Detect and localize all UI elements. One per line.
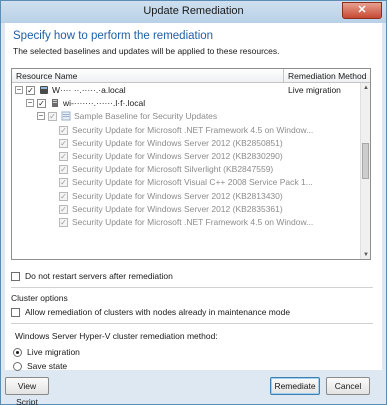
allow-maintenance-checkbox[interactable] (11, 308, 20, 317)
tree-row-method[interactable]: Live migration (288, 85, 341, 95)
tree-row-checkbox[interactable]: ✓ (37, 99, 46, 109)
radio-live-migration[interactable]: Live migration (13, 347, 213, 360)
tree-row[interactable]: ✓ Security Update for Microsoft Silverlig… (12, 163, 360, 176)
tree-row-checkbox: ✓ (59, 218, 68, 227)
remediate-button[interactable]: Remediate (270, 377, 320, 395)
tree-row[interactable]: ✓ Security Update for Microsoft .NET Fram… (12, 124, 360, 137)
resource-tree[interactable]: Resource Name Remediation Method − ✓ W····… (11, 68, 371, 260)
tree-row-checkbox: ✓ (59, 204, 68, 214)
cluster-options-label: Cluster options (11, 293, 68, 303)
tree-row[interactable]: ✓ Security Update for Windows Server 2012… (12, 203, 360, 216)
update-remediation-dialog: Update Remediation ✕ Specify how to perf… (0, 0, 387, 405)
no-restart-label: Do not restart servers after remediation (25, 271, 173, 281)
dialog-content: Specify how to perform the remediation T… (5, 23, 382, 371)
live-migration-label: Live migration (27, 347, 80, 357)
tree-row-label: Security Update for Windows Server 2012 … (72, 203, 283, 214)
tree-row[interactable]: ✓ Security Update for Microsoft .NET Fram… (12, 216, 360, 229)
tree-row-label: Security Update for Windows Server 2012 … (72, 137, 283, 148)
tree-row-label: Security Update for Microsoft .NET Frame… (72, 124, 314, 135)
tree-scrollbar[interactable]: ▲ ▼ (360, 83, 370, 259)
tree-row[interactable]: ✓ Security Update for Microsoft Visual C+… (12, 176, 360, 189)
allow-maintenance-label: Allow remediation of clusters with nodes… (25, 307, 291, 317)
server-icon (50, 98, 60, 108)
divider (11, 323, 373, 324)
tree-row[interactable]: − ✓ W···· ··.·····.·a.local Live migration (12, 84, 360, 97)
no-restart-checkbox[interactable] (11, 272, 20, 281)
collapse-icon[interactable]: − (26, 99, 34, 108)
scroll-thumb[interactable] (362, 143, 369, 179)
tree-row-label: wi-·······.······.l·f·.local (63, 98, 146, 109)
save-state-label: Save state (27, 361, 68, 371)
column-header-remediation-method[interactable]: Remediation Method (288, 71, 366, 81)
tree-row[interactable]: ✓ Security Update for Windows Server 2012… (12, 190, 360, 203)
tree-header: Resource Name Remediation Method (12, 69, 370, 83)
page-title: Specify how to perform the remediation (13, 30, 214, 42)
tree-row-label: Security Update for Windows Server 2012 … (72, 151, 283, 161)
allow-maintenance-option[interactable]: Allow remediation of clusters with nodes… (11, 307, 371, 320)
tree-row-checkbox: ✓ (59, 138, 68, 148)
tree-row-label: Sample Baseline for Security Updates (74, 111, 218, 122)
column-separator[interactable] (283, 69, 284, 83)
tree-row[interactable]: − ✓ Sample Baseline for Security Updates (12, 110, 360, 123)
title-bar[interactable]: Update Remediation ✕ (1, 1, 386, 23)
page-description: The selected baselines and updates will … (13, 46, 280, 56)
tree-row-label: W···· ··.·····.·a.local (52, 85, 126, 95)
close-icon: ✕ (357, 4, 367, 16)
tree-row-checkbox: ✓ (59, 178, 68, 188)
hyperv-method-label: Windows Server Hyper-V cluster remediati… (15, 331, 218, 341)
tree-row[interactable]: − ✓ wi-·······.······.l·f·.local (12, 97, 360, 110)
divider (11, 287, 373, 288)
baseline-icon (61, 111, 71, 121)
tree-row-label: Security Update for Microsoft Visual C++… (72, 177, 313, 188)
collapse-icon[interactable]: − (15, 86, 23, 94)
tree-row[interactable]: ✓ Security Update for Windows Server 2012… (12, 150, 360, 163)
close-button[interactable]: ✕ (342, 2, 382, 19)
cancel-button[interactable]: Cancel (326, 377, 370, 395)
tree-row-checkbox[interactable]: ✓ (26, 86, 35, 95)
tree-row-label: Security Update for Microsoft Silverligh… (72, 164, 274, 175)
tree-row-label: Security Update for Microsoft .NET Frame… (72, 217, 314, 227)
tree-row-checkbox: ✓ (59, 165, 68, 175)
no-restart-option[interactable]: Do not restart servers after remediation (11, 271, 371, 284)
radio-save-state[interactable]: Save state (13, 361, 213, 374)
tree-row-checkbox: ✓ (59, 125, 68, 135)
collapse-icon[interactable]: − (37, 112, 45, 121)
scroll-down-icon[interactable]: ▼ (362, 251, 370, 259)
tree-row-checkbox: ✓ (48, 112, 57, 122)
tree-row[interactable]: ✓ Security Update for Windows Server 2012… (12, 137, 360, 150)
tree-row-checkbox: ✓ (59, 191, 68, 201)
tree-row-label: Security Update for Windows Server 2012 … (72, 190, 283, 201)
save-state-radio[interactable] (13, 362, 22, 371)
tree-row-checkbox: ✓ (59, 152, 68, 161)
live-migration-radio[interactable] (13, 348, 22, 357)
window-title: Update Remediation (143, 5, 244, 17)
cluster-icon (39, 85, 49, 95)
column-header-resource-name[interactable]: Resource Name (16, 71, 77, 81)
scroll-up-icon[interactable]: ▲ (362, 84, 370, 92)
view-script-button[interactable]: View Script (5, 377, 49, 405)
